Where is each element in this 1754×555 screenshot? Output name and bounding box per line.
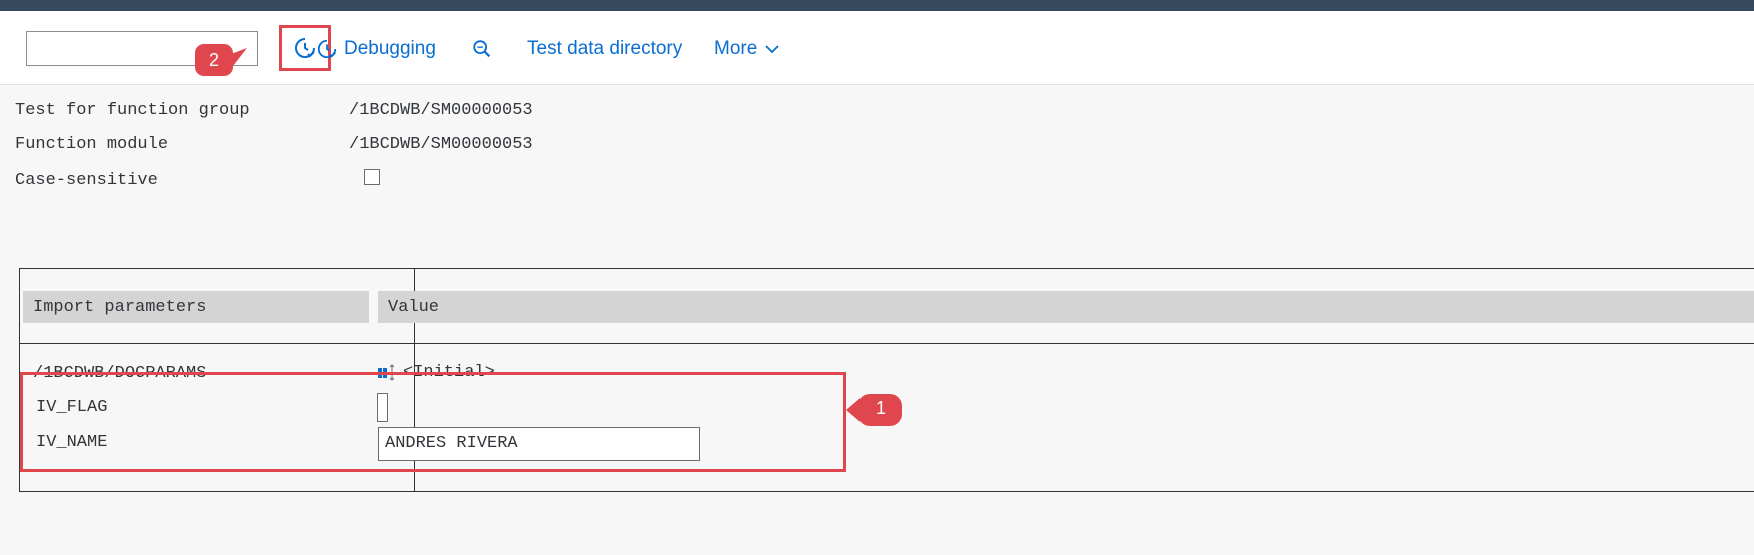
function-module-value: /1BCDWB/SM00000053 [349, 135, 533, 154]
case-sensitive-checkbox[interactable] [364, 169, 380, 185]
param-value-docparams[interactable]: <Initial> [377, 363, 495, 382]
param-name-iv-flag: IV_FLAG [36, 398, 108, 417]
param-name-iv-name: IV_NAME [36, 433, 108, 452]
param-value-docparams-text: <Initial> [403, 363, 495, 382]
clock-check-icon [317, 39, 337, 59]
value-header: Value [378, 291, 1754, 323]
callout-badge-1-number: 1 [875, 397, 886, 418]
function-group-value: /1BCDWB/SM00000053 [349, 101, 533, 120]
function-module-row: Function module /1BCDWB/SM00000053 [15, 135, 715, 159]
function-group-row: Test for function group /1BCDWB/SM000000… [15, 101, 715, 125]
shell-header-bar [0, 0, 1754, 11]
more-label: More [714, 38, 758, 59]
toolbar: Debugging Test data directory More [0, 11, 1754, 85]
import-parameters-header: Import parameters [23, 291, 369, 323]
more-menu-button[interactable]: More [714, 37, 781, 61]
callout-badge-1: 1 [846, 392, 902, 426]
param-name-docparams: /1BCDWB/DOCPARAMS [33, 364, 207, 383]
callout-badge-2-number: 2 [208, 49, 219, 70]
debugging-button[interactable]: Debugging [316, 37, 436, 61]
debugging-label: Debugging [344, 38, 436, 59]
zoom-icon [473, 40, 491, 58]
iv-flag-input[interactable] [377, 393, 388, 422]
callout-badge-2: 2 [195, 44, 247, 76]
import-parameters-table: Import parameters Value /1BCDWB/DOCPARAM… [19, 268, 1754, 492]
structure-icon [378, 363, 395, 381]
chevron-down-icon [765, 45, 779, 54]
case-sensitive-label: Case-sensitive [15, 171, 158, 190]
row-divider [20, 343, 1754, 344]
clock-check-icon [295, 38, 315, 58]
iv-name-input[interactable]: ANDRES RIVERA [378, 427, 700, 461]
function-module-label: Function module [15, 135, 169, 154]
test-data-directory-label: Test data directory [527, 38, 683, 59]
function-group-label: Test for function group [15, 101, 250, 120]
find-button[interactable] [471, 37, 493, 61]
test-data-directory-button[interactable]: Test data directory [527, 37, 682, 61]
